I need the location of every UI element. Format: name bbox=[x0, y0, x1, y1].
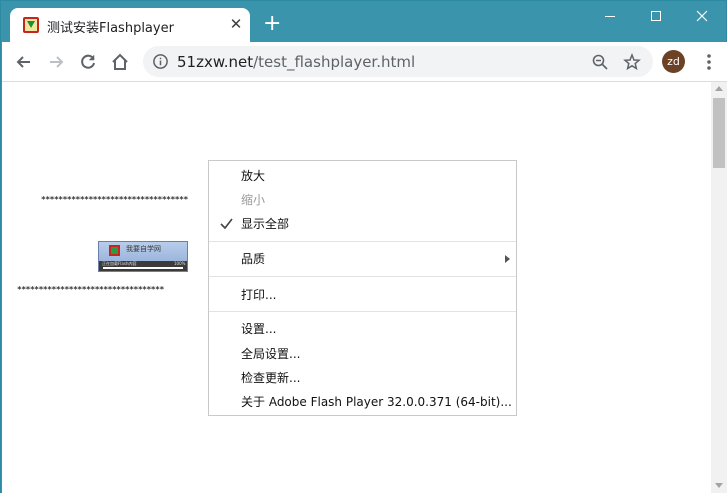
flash-progress-fill bbox=[103, 267, 183, 269]
flash-percent: 100% bbox=[174, 261, 186, 266]
menu-item-print[interactable]: 打印... bbox=[209, 283, 516, 307]
placeholder-text-1: ********************************** bbox=[41, 195, 188, 204]
close-icon[interactable]: ✕ bbox=[228, 16, 244, 32]
menu-item-label: 全局设置... bbox=[241, 347, 301, 361]
minimize-button[interactable] bbox=[587, 1, 633, 31]
home-button[interactable] bbox=[110, 52, 130, 72]
flash-content[interactable]: 我要自学网 正在加载Flash内容 100% bbox=[98, 241, 188, 272]
bookmark-star-icon[interactable] bbox=[623, 53, 641, 71]
reload-button[interactable] bbox=[78, 52, 98, 72]
more-vert-icon[interactable] bbox=[699, 51, 719, 73]
menu-separator bbox=[209, 311, 516, 312]
tab-title: 测试安装Flashplayer bbox=[47, 21, 174, 36]
reload-icon bbox=[81, 54, 95, 69]
flash-title: 我要自学网 bbox=[126, 245, 161, 253]
maximize-button[interactable] bbox=[633, 1, 679, 31]
window-close-icon bbox=[696, 10, 708, 22]
info-icon[interactable] bbox=[152, 53, 169, 70]
browser-tab[interactable]: 测试安装Flashplayer ✕ bbox=[10, 8, 250, 42]
menu-item-about[interactable]: 关于 Adobe Flash Player 32.0.0.371 (64-bit… bbox=[209, 390, 516, 414]
menu-item-label: 放大 bbox=[241, 169, 266, 183]
forward-button[interactable] bbox=[46, 52, 66, 72]
zoom-out-icon[interactable] bbox=[591, 53, 609, 71]
menu-item-quality[interactable]: 品质 bbox=[209, 247, 516, 271]
menu-item-label: 品质 bbox=[241, 252, 266, 266]
scroll-down-icon[interactable] bbox=[715, 483, 723, 488]
menu-item-label: 显示全部 bbox=[241, 217, 290, 231]
home-icon bbox=[112, 53, 128, 70]
avatar[interactable]: zd bbox=[662, 50, 685, 73]
menu-item-label: 设置... bbox=[241, 322, 277, 336]
menu-item-zoom-out: 缩小 bbox=[209, 188, 516, 212]
site-favicon-icon bbox=[23, 17, 39, 33]
url-host: 51zxw.net bbox=[177, 53, 254, 71]
menu-item-show-all[interactable]: 显示全部 bbox=[209, 212, 516, 236]
menu-item-label: 关于 Adobe Flash Player 32.0.0.371 (64-bit… bbox=[241, 395, 512, 409]
arrow-right-icon bbox=[50, 56, 64, 68]
menu-item-label: 打印... bbox=[241, 288, 277, 302]
window-close-button[interactable] bbox=[679, 1, 725, 31]
new-tab-button[interactable]: + bbox=[263, 13, 281, 35]
url-path: /test_flashplayer.html bbox=[253, 53, 416, 71]
menu-item-label: 检查更新... bbox=[241, 371, 301, 385]
scroll-thumb[interactable] bbox=[713, 98, 725, 168]
browser-toolbar: 51zxw.net/test_flashplayer.html zd bbox=[2, 42, 727, 82]
menu-item-settings[interactable]: 设置... bbox=[209, 317, 516, 341]
checkmark-icon bbox=[220, 218, 233, 230]
placeholder-text-2: ********************************** bbox=[17, 285, 164, 294]
url-text[interactable]: 51zxw.net/test_flashplayer.html bbox=[177, 53, 415, 71]
menu-item-zoom-in[interactable]: 放大 bbox=[209, 164, 516, 188]
arrow-left-icon bbox=[16, 56, 30, 68]
submenu-arrow-icon bbox=[505, 255, 510, 263]
flash-logo-icon bbox=[109, 245, 120, 256]
menu-separator bbox=[209, 276, 516, 277]
menu-separator bbox=[209, 241, 516, 242]
menu-item-label: 缩小 bbox=[241, 193, 266, 207]
back-button[interactable] bbox=[14, 52, 34, 72]
menu-item-global-settings[interactable]: 全局设置... bbox=[209, 342, 516, 366]
scroll-up-icon[interactable] bbox=[715, 86, 723, 91]
flash-progress-bar: 正在加载Flash内容 100% bbox=[99, 261, 187, 271]
browser-window: 测试安装Flashplayer ✕ + 51zxw.net/test_flash… bbox=[0, 0, 727, 493]
address-bar[interactable]: 51zxw.net/test_flashplayer.html bbox=[143, 46, 653, 77]
menu-item-check-updates[interactable]: 检查更新... bbox=[209, 366, 516, 390]
flash-context-menu: 放大 缩小 显示全部 品质 打印... 设置... 全局设置... 检查更新..… bbox=[208, 160, 517, 416]
vertical-scrollbar[interactable] bbox=[711, 82, 727, 493]
